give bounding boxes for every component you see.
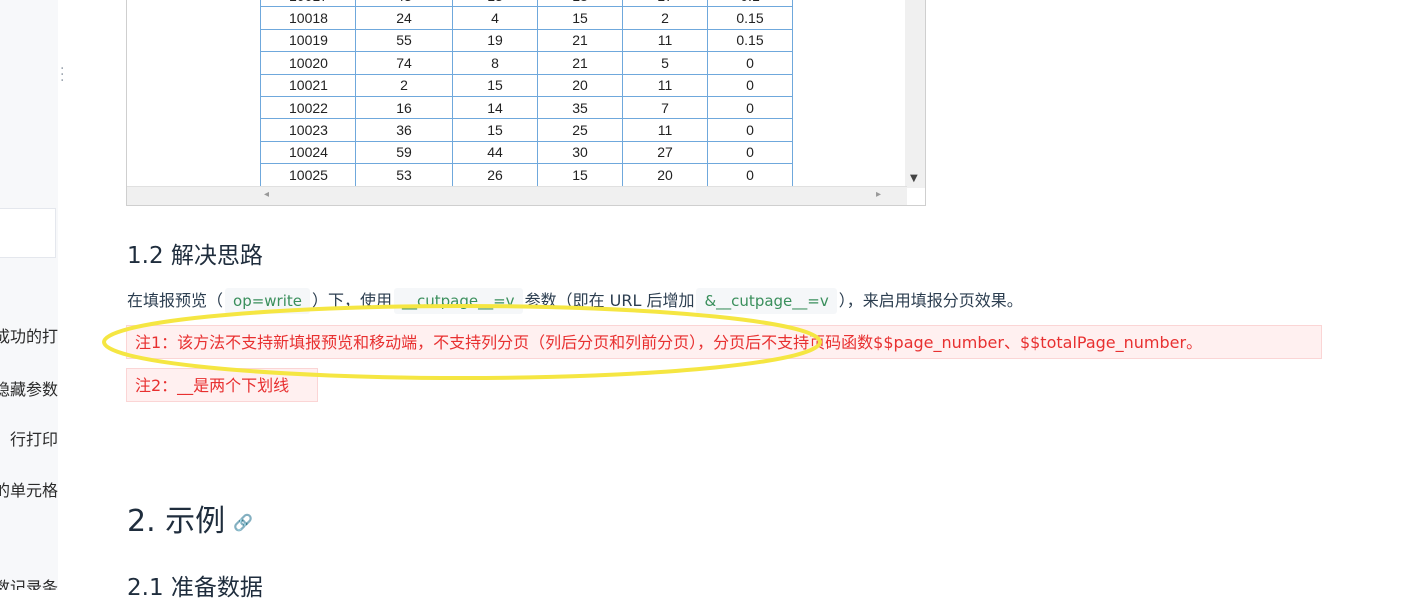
code-url-cutpage: &__cutpage__=v — [696, 288, 837, 314]
table-cell: 0.15 — [707, 28, 793, 53]
table-cell: 15 — [452, 118, 538, 142]
sidebar-search-box[interactable] — [0, 208, 56, 258]
table-cell: 21 — [537, 28, 623, 53]
note-1: 注1：该方法不支持新填报预览和移动端，不支持列分页（列后分页和列前分页），分页后… — [126, 325, 1322, 359]
para-text-2: ）下，使用 — [312, 291, 393, 310]
para-text-4: ），来启用填报分页效果。 — [838, 291, 1023, 310]
table-row: 10020 74 8 21 5 0 — [260, 51, 793, 75]
section-2-1-title: 2.1 准备数据 — [127, 575, 263, 601]
table-cell: 35 — [537, 95, 623, 120]
sidebar-item-5[interactable]: 数记录条 — [0, 574, 58, 590]
table-cell: 8 — [452, 51, 538, 75]
section-2-title: 2. 示例 🔗 — [127, 496, 253, 540]
link-icon[interactable]: 🔗 — [233, 513, 253, 532]
horizontal-scrollbar[interactable]: ◂ ▸ — [127, 186, 907, 205]
table-cell: 44 — [452, 140, 538, 165]
table-cell: 0.15 — [707, 6, 793, 30]
table-cell: 15 — [537, 6, 623, 30]
table-cell: 24 — [355, 6, 453, 30]
table-cell: 14 — [452, 95, 538, 120]
code-cutpage: __cutpage__=v — [394, 288, 523, 314]
table-cell: 7 — [622, 95, 708, 120]
table-cell: 30 — [537, 140, 623, 165]
table-cell: 11 — [622, 118, 708, 142]
code-op-write: op=write — [225, 288, 310, 314]
table-cell: 10025 — [260, 163, 356, 187]
data-table: 10017431318170.1100182441520.15100195519… — [260, 0, 793, 187]
table-cell: 10022 — [260, 95, 356, 120]
para-text-1: 在填报预览（ — [127, 291, 224, 310]
table-cell: 4 — [452, 6, 538, 30]
table-cell: 20 — [537, 73, 623, 97]
table-row: 10017431318170.1 — [260, 0, 793, 8]
table-row: 10021 2 15 20 11 0 — [260, 73, 793, 97]
triangle-down-icon[interactable]: ▼ — [910, 173, 918, 184]
table-cell: 25 — [537, 118, 623, 142]
vertical-scrollbar[interactable]: ▼ — [905, 0, 925, 188]
table-cell: 10024 — [260, 140, 356, 165]
table-cell: 0 — [707, 118, 793, 142]
table-row: 10019 55 19 21 11 0.15 — [260, 28, 793, 53]
table-cell: 20 — [622, 163, 708, 187]
sidebar-item-2[interactable]: 隐藏参数 — [0, 376, 58, 400]
table-cell: 5 — [622, 51, 708, 75]
table-row: 10024 59 44 30 27 0 — [260, 140, 793, 165]
table-cell: 74 — [355, 51, 453, 75]
table-cell: 0 — [707, 140, 793, 165]
table-cell: 21 — [537, 51, 623, 75]
table-cell: 27 — [622, 140, 708, 165]
table-row: 10022 16 14 35 7 0 — [260, 95, 793, 120]
table-cell: 11 — [622, 28, 708, 53]
table-cell: 59 — [355, 140, 453, 165]
table-cell: 0 — [707, 51, 793, 75]
triangle-left-icon[interactable]: ◂ — [264, 189, 269, 200]
table-row: 10025 53 26 15 20 0 — [260, 163, 793, 187]
sidebar: 成功的打 隐藏参数 行打印 的单元格 数记录条 — [0, 0, 58, 590]
table-cell: 19 — [452, 28, 538, 53]
sidebar-item-3[interactable]: 行打印 — [10, 426, 58, 450]
table-cell: 18 — [537, 0, 623, 8]
table-cell: 15 — [452, 73, 538, 97]
sidebar-item-1[interactable]: 成功的打 — [0, 323, 58, 347]
triangle-right-icon[interactable]: ▸ — [876, 189, 881, 200]
table-cell: 2 — [622, 6, 708, 30]
table-screenshot: 10017431318170.1100182441520.15100195519… — [126, 0, 926, 206]
table-cell: 16 — [355, 95, 453, 120]
table-cell: 53 — [355, 163, 453, 187]
section-2-title-text: 2. 示例 — [127, 504, 226, 539]
table-cell: 10023 — [260, 118, 356, 142]
table-cell: 36 — [355, 118, 453, 142]
table-cell: 10017 — [260, 0, 356, 8]
table-cell: 10018 — [260, 6, 356, 30]
table-cell: 10019 — [260, 28, 356, 53]
vertical-dots-icon[interactable]: · · · — [60, 62, 66, 88]
table-cell: 15 — [537, 163, 623, 187]
table-cell: 43 — [355, 0, 453, 8]
solution-paragraph: 在填报预览（ op=write ）下，使用 __cutpage__=v 参数（即在 UR… — [127, 288, 1023, 314]
table-cell: 0.1 — [707, 0, 793, 8]
table-cell: 26 — [452, 163, 538, 187]
table-cell: 0 — [707, 163, 793, 187]
para-text-3: 参数（即在 URL 后增加 — [524, 291, 695, 310]
table-cell: 2 — [355, 73, 453, 97]
table-cell: 17 — [622, 0, 708, 8]
sidebar-item-4[interactable]: 的单元格 — [0, 477, 58, 501]
table-cell: 11 — [622, 73, 708, 97]
table-row: 10018 24 4 15 2 0.15 — [260, 6, 793, 30]
table-cell: 0 — [707, 95, 793, 120]
table-cell: 55 — [355, 28, 453, 53]
table-cell: 13 — [452, 0, 538, 8]
table-cell: 10020 — [260, 51, 356, 75]
section-1-2-title: 1.2 解决思路 — [127, 243, 263, 269]
note-2: 注2：__是两个下划线 — [126, 368, 318, 402]
table-row: 10023 36 15 25 11 0 — [260, 118, 793, 142]
table-cell: 0 — [707, 73, 793, 97]
table-cell: 10021 — [260, 73, 356, 97]
